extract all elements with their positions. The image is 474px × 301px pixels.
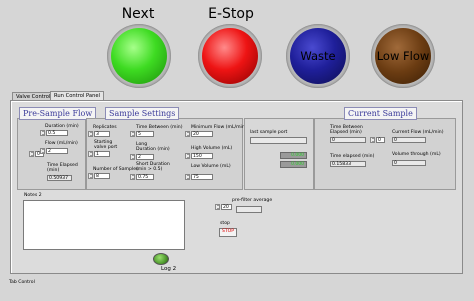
pre-flow-spinner[interactable] bbox=[40, 148, 45, 154]
current-flow-value: 0 bbox=[392, 137, 426, 143]
low-volume-label: Low Volume (mL) bbox=[191, 164, 231, 169]
prefilter-input[interactable]: 20 bbox=[221, 204, 232, 210]
current-stepper-input[interactable]: 0 bbox=[376, 137, 385, 143]
high-volume-input[interactable]: 150 bbox=[191, 153, 213, 159]
pre-time-elapsed-label: Time Elapsed (min) bbox=[47, 163, 78, 174]
prefilter-value bbox=[236, 206, 262, 213]
num-samples-input[interactable]: 8 bbox=[94, 173, 110, 179]
num-samples-spinner[interactable] bbox=[88, 173, 93, 179]
sample-port-reading-2: 0.000 bbox=[280, 161, 307, 168]
short-duration-label: Short Duration (min > 0.5) bbox=[136, 162, 170, 173]
replicates-spinner[interactable] bbox=[88, 131, 93, 137]
estop-indicator-label: E-Stop bbox=[208, 6, 254, 22]
sample-settings-title: Sample Settings bbox=[105, 107, 180, 120]
time-between-label: Time Between (min) bbox=[136, 125, 183, 130]
current-time-between-label: Time Between Elapsed (min) bbox=[330, 125, 363, 136]
replicates-label: Replicates bbox=[93, 125, 117, 130]
waste-indicator-light: Waste bbox=[290, 28, 346, 84]
next-indicator-label: Next bbox=[121, 6, 155, 22]
lowflow-indicator-light: Low Flow bbox=[375, 28, 431, 84]
current-stepper-spinner[interactable] bbox=[370, 137, 375, 143]
last-sample-port-label: last sample port bbox=[250, 130, 288, 135]
time-between-input[interactable]: 5 bbox=[136, 131, 154, 137]
pre-duration-label: Duration (min) bbox=[45, 124, 79, 129]
next-indicator-light bbox=[111, 28, 167, 84]
long-duration-label: Long Duration (min) bbox=[136, 142, 170, 153]
lowflow-indicator-label: Low Flow bbox=[376, 49, 430, 63]
pre-duration-spinner[interactable] bbox=[40, 130, 45, 136]
short-duration-input[interactable]: 0.75 bbox=[136, 174, 154, 180]
estop-indicator-light bbox=[202, 28, 258, 84]
starting-valve-label: Starting valve port bbox=[94, 140, 118, 151]
prefilter-label: pre-filter average bbox=[232, 198, 273, 203]
pre-flow-label: Flow (mL/min) bbox=[45, 141, 78, 146]
low-volume-spinner[interactable] bbox=[185, 174, 190, 180]
replicates-input[interactable]: 3 bbox=[94, 131, 110, 137]
time-between-spinner[interactable] bbox=[130, 131, 135, 137]
high-volume-spinner[interactable] bbox=[185, 153, 190, 159]
notes-textarea[interactable] bbox=[23, 200, 185, 250]
volume-through-value: 0 bbox=[392, 160, 426, 166]
volume-through-label: Volume through (mL) bbox=[392, 152, 441, 157]
last-sample-port-value bbox=[250, 137, 307, 144]
stop-label: stop bbox=[220, 221, 230, 226]
pre-stepper-spinner[interactable] bbox=[29, 151, 34, 157]
current-sample-title: Current Sample bbox=[344, 107, 417, 120]
min-flow-label: Minimum Flow (mL/min) bbox=[191, 125, 247, 130]
low-volume-input[interactable]: 75 bbox=[191, 174, 213, 180]
notes-label: Notes 2 bbox=[24, 193, 42, 198]
pre-sample-title: Pre-Sample Flow bbox=[19, 107, 97, 120]
high-volume-label: High Volume (mL) bbox=[191, 146, 233, 151]
min-flow-input[interactable]: 20 bbox=[191, 131, 213, 137]
min-flow-spinner[interactable] bbox=[185, 131, 190, 137]
prefilter-spinner[interactable] bbox=[215, 204, 220, 210]
pre-duration-input[interactable]: 0.5 bbox=[46, 130, 68, 136]
pre-flow-input[interactable]: 2 bbox=[46, 148, 68, 154]
waste-indicator-label: Waste bbox=[300, 49, 336, 63]
starting-valve-input[interactable]: 1 bbox=[94, 151, 110, 157]
current-time-between-value: 0 bbox=[330, 137, 366, 143]
tab-control-label: Tab Control bbox=[9, 280, 35, 285]
starting-valve-spinner[interactable] bbox=[88, 151, 93, 157]
num-samples-label: Number of Samples bbox=[93, 167, 139, 172]
long-duration-spinner[interactable] bbox=[130, 154, 135, 160]
current-flow-label: Current Flow (mL/min) bbox=[392, 130, 444, 135]
log-label: Log 2 bbox=[161, 266, 177, 272]
stop-button[interactable]: STOP bbox=[219, 228, 237, 237]
long-duration-input[interactable]: 2 bbox=[136, 154, 154, 160]
current-time-elapsed-label: Time elapsed (min) bbox=[330, 154, 375, 159]
log-button[interactable] bbox=[153, 253, 169, 265]
short-duration-spinner[interactable] bbox=[130, 174, 135, 180]
pre-time-elapsed-value: 0.50937 bbox=[47, 175, 72, 181]
sample-port-reading-1: 0.000 bbox=[280, 152, 307, 159]
current-time-elapsed-value: 0.15833 bbox=[330, 161, 366, 167]
